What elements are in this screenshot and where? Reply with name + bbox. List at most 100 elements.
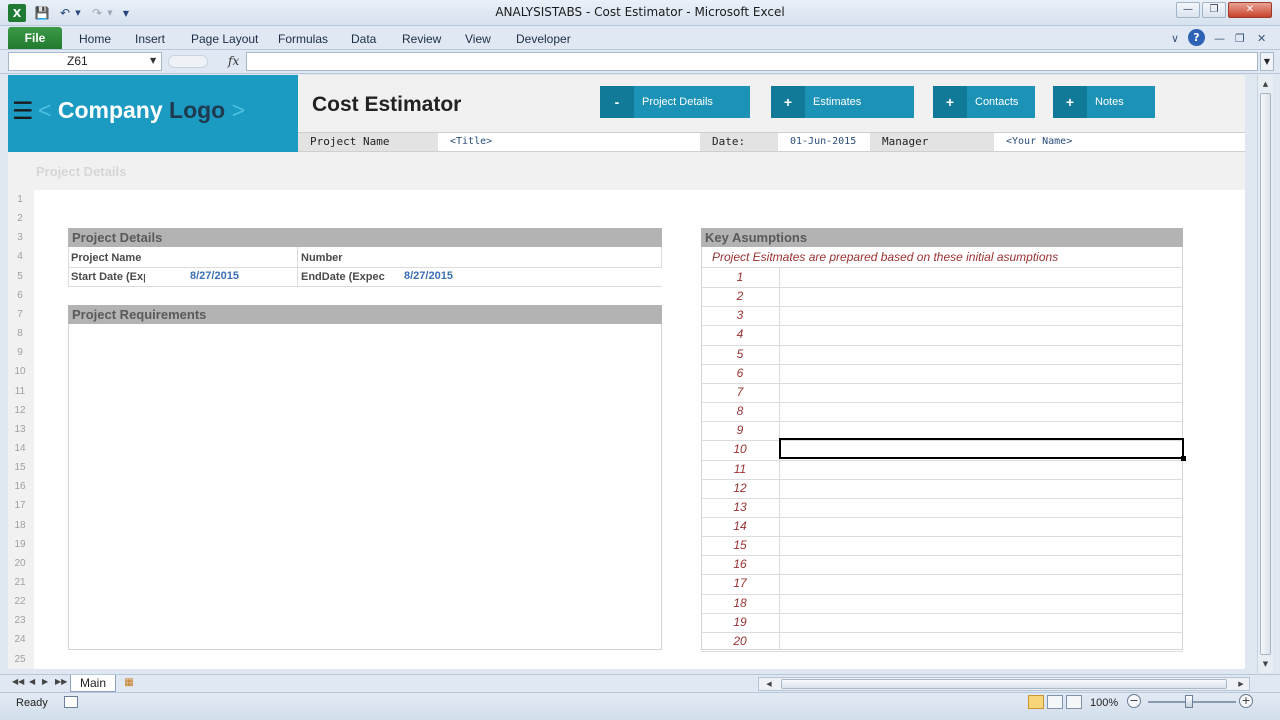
tab-page-layout[interactable]: Page Layout [191,32,258,46]
assumption-cell[interactable] [780,479,1183,497]
prev-sheet-icon[interactable]: ◀ [29,677,35,686]
horizontal-scrollbar[interactable]: ◀ ▶ [758,677,1250,691]
minimize-ribbon-icon[interactable]: ∨ [1171,32,1179,45]
assumption-cell[interactable] [780,460,1183,478]
tab-review[interactable]: Review [402,32,441,46]
assumption-cell[interactable] [780,574,1183,592]
normal-view-icon[interactable] [1028,695,1044,709]
tab-developer[interactable]: Developer [516,32,571,46]
project-name-value[interactable]: <Title> [438,133,700,151]
number-field-value[interactable] [384,248,661,267]
assumption-cell[interactable] [780,517,1183,535]
manager-value[interactable]: <Your Name> [994,133,1245,151]
start-date-label: Start Date (Expected) [71,271,145,283]
workbook-minimize-icon[interactable]: — [1214,32,1225,45]
assumption-cell[interactable] [780,632,1183,650]
expand-formula-bar-icon[interactable]: ▼ [1260,52,1274,71]
assumption-cell[interactable] [780,613,1183,631]
zoom-out-icon[interactable]: − [1127,694,1141,708]
row-number: 21 [14,577,26,588]
scroll-right-icon[interactable]: ▶ [1235,678,1247,690]
tab-file[interactable]: File [8,27,62,49]
row-number: 11 [14,385,26,397]
project-details-button[interactable]: - Project Details [600,86,750,118]
row-number: 23 [14,615,26,627]
scroll-left-icon[interactable]: ◀ [763,678,775,690]
project-requirements-box[interactable] [68,324,662,650]
sheet-tab-main[interactable]: Main [70,675,116,692]
help-icon[interactable]: ? [1188,29,1205,46]
page-break-view-icon[interactable] [1066,695,1082,709]
macro-record-icon[interactable] [64,696,78,708]
end-date-value[interactable]: 8/27/2015 [404,270,453,282]
assumption-cell[interactable] [780,594,1183,612]
name-box[interactable]: Z61 [8,52,162,71]
assumption-cell[interactable] [780,325,1183,343]
insert-function-icon[interactable]: fx [228,54,239,68]
formula-bar-handle[interactable] [168,55,208,68]
logo-right-bracket: > [231,97,246,123]
assumption-cell[interactable] [780,555,1183,573]
contacts-button[interactable]: + Contacts [933,86,1035,118]
zoom-level[interactable]: 100% [1090,697,1118,709]
estimates-button-label: Estimates [813,96,862,108]
row-number: 25 [14,653,26,665]
row-number: 8 [17,328,23,340]
estimates-button[interactable]: + Estimates [771,86,914,118]
assumption-number: 11 [733,461,747,476]
last-sheet-icon[interactable]: ▶▶ [55,677,67,686]
start-date-value[interactable]: 8/27/2015 [190,270,239,282]
number-field-label: Number [301,252,343,264]
workbook-restore-icon[interactable]: ❐ [1235,32,1245,45]
assumption-cell[interactable] [780,268,1183,286]
selected-cell[interactable] [779,438,1184,459]
zoom-slider-thumb[interactable] [1185,695,1193,708]
ribbon-tabs: File Home Insert Page Layout Formulas Da… [0,26,1280,50]
row-number: 2 [17,213,23,225]
chevron-down-icon[interactable]: ▼ [150,56,156,65]
assumption-cell[interactable] [780,536,1183,554]
tab-insert[interactable]: Insert [135,32,165,46]
assumption-cell[interactable] [780,364,1183,382]
assumption-cell[interactable] [780,345,1183,363]
row-number: 20 [14,557,26,569]
row-number: 16 [14,481,26,493]
page-title: Cost Estimator [312,93,462,116]
vertical-scrollbar[interactable]: ▲ ▼ [1257,75,1273,673]
notes-button[interactable]: + Notes [1053,86,1155,118]
tab-view[interactable]: View [465,32,491,46]
vertical-scroll-thumb[interactable] [1260,93,1271,655]
horizontal-scroll-thumb[interactable] [781,679,1227,689]
restore-button[interactable]: ❐ [1202,2,1226,18]
row-number: 17 [14,500,26,512]
date-value[interactable]: 01-Jun-2015 [778,133,870,151]
insert-sheet-icon[interactable]: ▦ [118,677,140,691]
close-button[interactable]: ✕ [1228,2,1272,18]
assumption-cell[interactable] [780,306,1183,324]
assumption-cell[interactable] [780,498,1183,516]
tab-formulas[interactable]: Formulas [278,32,328,46]
assumption-cell[interactable] [780,421,1183,439]
fill-handle[interactable] [1181,456,1186,461]
minimize-button[interactable]: — [1176,2,1200,18]
assumption-cell[interactable] [780,287,1183,305]
scroll-down-icon[interactable]: ▼ [1260,657,1271,671]
tab-data[interactable]: Data [351,32,376,46]
first-sheet-icon[interactable]: ◀◀ [12,677,24,686]
formula-input[interactable] [246,52,1258,71]
sheet-canvas[interactable]: Project Details Project Name Number Star… [34,190,1245,669]
scroll-up-icon[interactable]: ▲ [1260,77,1271,91]
status-bar: Ready 100% − + [0,692,1280,720]
row-number: 18 [14,519,26,531]
logo-left-bracket: < [38,97,52,123]
tab-home[interactable]: Home [79,32,111,46]
next-sheet-icon[interactable]: ▶ [42,677,48,686]
zoom-in-icon[interactable]: + [1239,694,1253,708]
page-layout-view-icon[interactable] [1047,695,1063,709]
assumption-cell[interactable] [780,383,1183,401]
workbook-close-icon[interactable]: ✕ [1257,32,1266,45]
assumption-number: 4 [736,327,744,342]
assumption-cell[interactable] [780,402,1183,420]
project-name-label: Project Name [298,133,438,151]
hamburger-menu-icon[interactable]: ☰ [12,97,34,125]
